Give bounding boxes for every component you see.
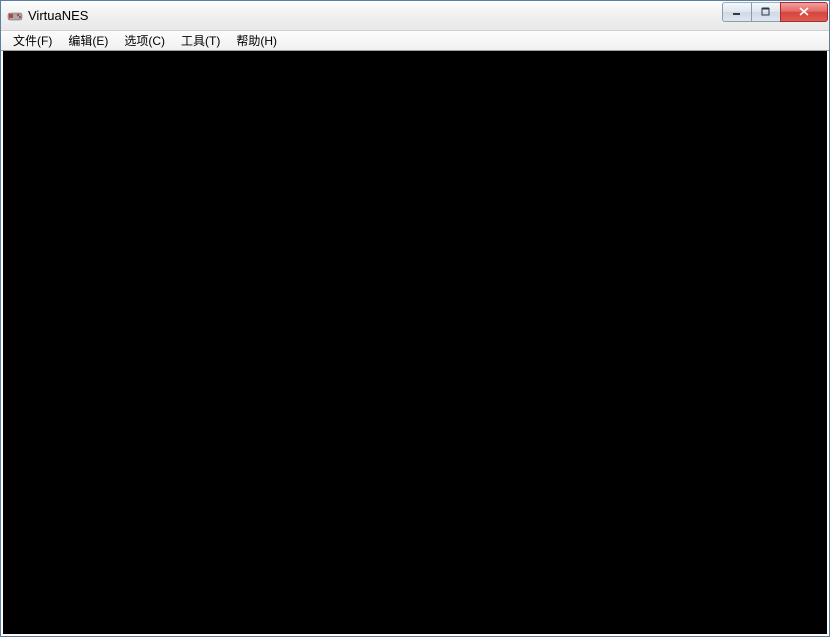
window-controls [723, 2, 828, 23]
app-icon [7, 8, 23, 24]
menu-help[interactable]: 帮助(H) [228, 30, 285, 51]
close-button[interactable] [780, 2, 828, 22]
emulator-viewport[interactable] [1, 51, 829, 636]
menu-file[interactable]: 文件(F) [5, 30, 60, 51]
menubar: 文件(F) 编辑(E) 选项(C) 工具(T) 帮助(H) [1, 31, 829, 51]
menu-options[interactable]: 选项(C) [116, 30, 173, 51]
menu-tools[interactable]: 工具(T) [173, 30, 228, 51]
minimize-button[interactable] [722, 2, 752, 22]
window-title: VirtuaNES [28, 8, 723, 23]
maximize-button[interactable] [751, 2, 781, 22]
application-window: VirtuaNES 文件(F) 编辑(E) [0, 0, 830, 637]
menu-edit[interactable]: 编辑(E) [60, 30, 116, 51]
titlebar[interactable]: VirtuaNES [1, 1, 829, 31]
